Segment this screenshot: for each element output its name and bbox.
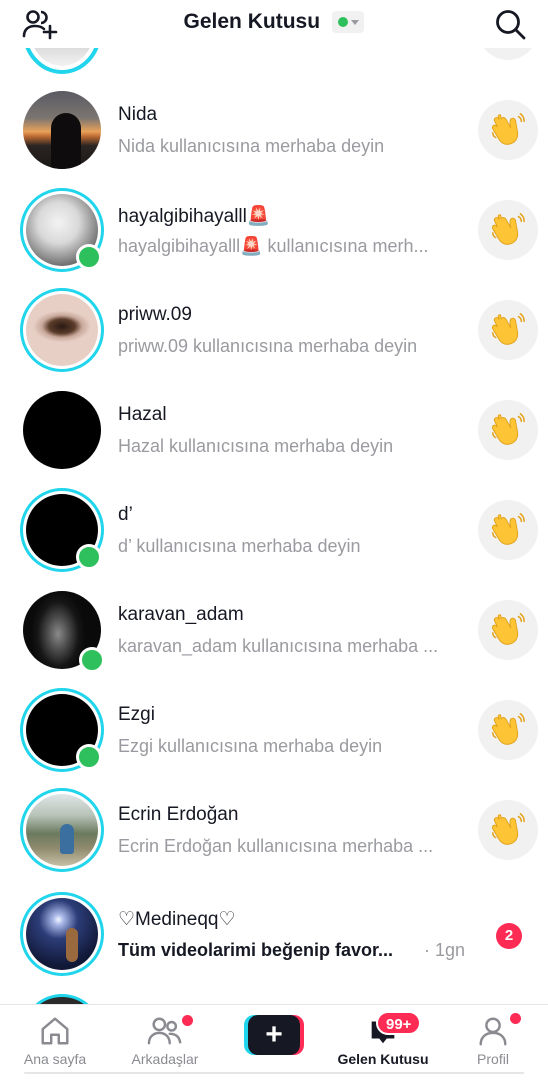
avatar[interactable] <box>20 488 104 572</box>
wave-button[interactable] <box>478 200 538 260</box>
list-item[interactable]: d’ d’ kullanıcısına merhaba deyin <box>0 480 548 580</box>
home-icon <box>41 1017 69 1045</box>
waving-hand-icon <box>489 509 527 552</box>
contact-subtitle: priww.09 kullanıcısına merhaba deyin <box>118 336 418 356</box>
unread-count-badge: 2 <box>496 923 522 949</box>
inbox-count-badge: 99+ <box>376 1011 422 1035</box>
wave-button[interactable] <box>478 600 538 660</box>
waving-hand-icon <box>489 209 527 252</box>
wave-button[interactable] <box>478 500 538 560</box>
contact-subtitle: Hazal kullanıcısına merhaba deyin <box>118 436 394 456</box>
list-item[interactable]: Ezgi Ezgi kullanıcısına merhaba deyin <box>0 680 548 780</box>
search-icon[interactable] <box>494 8 526 40</box>
plus-icon: + <box>248 1015 300 1055</box>
contact-name: Ezgi <box>118 704 155 725</box>
contact-name: ♡Medineqq♡ <box>118 909 236 930</box>
avatar[interactable] <box>20 288 104 372</box>
tab-profile[interactable]: Profil <box>438 1013 548 1067</box>
partial-avatar-bottom[interactable] <box>22 994 102 1004</box>
waving-hand-icon <box>489 309 527 352</box>
online-indicator <box>76 244 102 270</box>
avatar[interactable] <box>20 188 104 272</box>
contact-subtitle: hayalgibihayalll🚨 kullanıcısına merh... <box>118 236 429 256</box>
list-item[interactable]: priww.09 priww.09 kullanıcısına merhaba … <box>0 280 548 380</box>
tab-profile-label: Profil <box>477 1051 509 1067</box>
wave-button[interactable] <box>478 400 538 460</box>
contact-subtitle: karavan_adam kullanıcısına merhaba ... <box>118 636 439 656</box>
list-item[interactable]: hayalgibihayalll🚨 hayalgibihayalll🚨 kull… <box>0 180 548 280</box>
contact-name: priww.09 <box>118 304 192 325</box>
avatar[interactable] <box>20 588 105 673</box>
tab-friends-label: Arkadaşlar <box>131 1051 199 1067</box>
contact-name: karavan_adam <box>118 604 244 625</box>
list-item[interactable]: Ecrin Erdoğan Ecrin Erdoğan kullanıcısın… <box>0 780 548 880</box>
contact-name: d’ <box>118 504 133 525</box>
contact-name: Nida <box>118 104 158 125</box>
avatar[interactable] <box>20 788 104 872</box>
online-status-dot <box>338 17 349 27</box>
waving-hand-icon <box>489 609 527 652</box>
contact-subtitle: Nida kullanıcısına merhaba deyin <box>118 136 385 156</box>
create-button[interactable]: + <box>244 1015 304 1055</box>
contact-name: hayalgibihayalll🚨 <box>118 206 271 227</box>
contact-subtitle: d’ kullanıcısına merhaba deyin <box>118 536 361 556</box>
tab-home-label: Ana sayfa <box>23 1051 87 1067</box>
contact-subtitle: Ezgi kullanıcısına merhaba deyin <box>118 736 383 756</box>
online-indicator <box>76 544 102 570</box>
online-indicator <box>79 647 105 673</box>
friends-icon <box>147 1017 182 1045</box>
tab-home[interactable]: Ana sayfa <box>0 1013 110 1067</box>
last-message-preview: Tüm videolarimi beğenip favor... <box>118 940 394 960</box>
home-indicator <box>24 1072 524 1074</box>
list-item[interactable]: Hazal Hazal kullanıcısına merhaba deyin <box>0 380 548 480</box>
contact-subtitle: Ecrin Erdoğan kullanıcısına merhaba ... <box>118 836 434 856</box>
contact-name: Ecrin Erdoğan <box>118 804 239 825</box>
avatar[interactable] <box>20 688 104 772</box>
waving-hand-icon <box>489 809 527 852</box>
bottom-tab-bar: Ana sayfa Arkadaşlar + Gelen Kutusu 99+ <box>0 1004 548 1080</box>
notification-dot <box>182 1015 193 1026</box>
message-timestamp: · 1gn <box>424 940 466 960</box>
wave-button[interactable] <box>478 100 538 160</box>
notification-dot <box>510 1013 521 1024</box>
avatar[interactable] <box>20 88 104 172</box>
waving-hand-icon <box>489 409 527 452</box>
online-indicator <box>76 744 102 770</box>
profile-icon <box>479 1017 507 1046</box>
tab-friends[interactable]: Arkadaşlar <box>110 1013 220 1067</box>
inbox-header: Gelen Kutusu <box>0 0 548 48</box>
online-status-toggle[interactable] <box>332 11 365 33</box>
wave-button[interactable] <box>478 700 538 760</box>
contact-name: Hazal <box>118 404 167 425</box>
page-title: Gelen Kutusu <box>183 10 321 33</box>
wave-button[interactable] <box>478 300 538 360</box>
list-item[interactable]: karavan_adam karavan_adam kullanıcısına … <box>0 580 548 680</box>
avatar[interactable] <box>20 388 104 472</box>
tab-inbox-label: Gelen Kutusu <box>337 1051 429 1067</box>
wave-button[interactable] <box>478 800 538 860</box>
waving-hand-icon <box>489 709 527 752</box>
list-item[interactable]: ♡Medineqq♡ Tüm videolarimi beğenip favor… <box>0 880 548 980</box>
chevron-down-icon <box>351 20 360 25</box>
list-item[interactable]: Nida Nida kullanıcısına merhaba deyin <box>0 80 548 180</box>
avatar[interactable] <box>20 892 104 976</box>
waving-hand-icon <box>489 109 527 152</box>
